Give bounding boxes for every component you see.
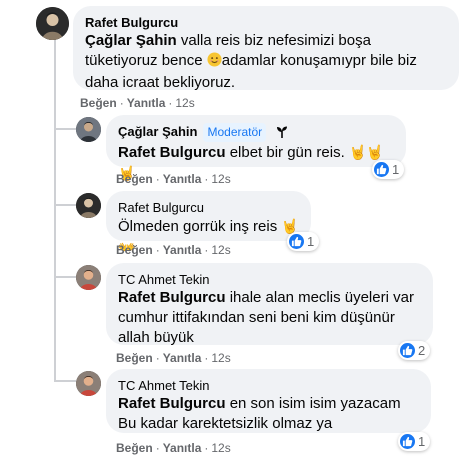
comment-time[interactable]: 12s <box>175 96 194 110</box>
reply-button[interactable]: Yanıtla <box>163 243 202 257</box>
like-reaction-icon <box>400 343 415 358</box>
reply-button[interactable]: Yanıtla <box>163 172 202 186</box>
comment-author[interactable]: TC Ahmet Tekin <box>118 271 421 288</box>
reaction-summary[interactable]: 1 <box>398 432 431 451</box>
reaction-count: 1 <box>307 234 315 249</box>
like-reaction-icon <box>289 234 304 249</box>
like-reaction-icon <box>400 434 415 449</box>
like-button[interactable]: Beğen <box>80 96 117 110</box>
like-button[interactable]: Beğen <box>116 441 153 455</box>
avatar[interactable] <box>36 7 69 40</box>
comment-bubble: Rafet Bulgurcu Ölmeden gorrük inş reis 🤘… <box>106 191 311 255</box>
comment-text: Çağlar Şahin valla reis biz nefesimizi b… <box>85 31 447 93</box>
thread-branch <box>54 128 76 130</box>
avatar[interactable] <box>76 193 101 218</box>
mention-tag[interactable]: Rafet Bulgurcu <box>118 289 226 306</box>
reply-button[interactable]: Yanıtla <box>163 351 202 365</box>
comment-text-part: elbet bir gün reis. <box>229 144 345 162</box>
avatar[interactable] <box>76 371 101 396</box>
comment-actions: Beğen · Yanıtla · 12s <box>116 243 231 257</box>
comment-text-part: Ölmeden gorrük inş reis <box>118 218 278 235</box>
reaction-summary[interactable]: 1 <box>287 232 320 251</box>
reaction-count: 1 <box>418 434 426 449</box>
like-reaction-icon <box>374 162 389 177</box>
comment-author[interactable]: TC Ahmet Tekin <box>118 377 419 394</box>
comment-actions: Beğen · Yanıtla · 12s <box>116 351 231 365</box>
comment-time[interactable]: 12s <box>211 441 230 455</box>
comment-bubble: TC Ahmet Tekin Rafet Bulgurcu en son isi… <box>106 369 431 433</box>
mention-tag[interactable]: Çağlar Şahin <box>85 32 177 49</box>
comment-actions: Beğen · Yanıtla · 12s <box>80 96 195 110</box>
comment-text: Rafet Bulgurcu en son isim isim yazacam … <box>118 394 419 434</box>
comment-time[interactable]: 12s <box>211 172 230 186</box>
thread-branch <box>54 204 76 206</box>
comment-bubble: Çağlar Şahin Moderatör Rafet Bulgurcu elb… <box>106 115 406 181</box>
reply-button[interactable]: Yanıtla <box>163 441 202 455</box>
comment-author[interactable]: Çağlar Şahin <box>118 124 197 139</box>
thread-branch <box>54 276 76 278</box>
comment-actions: Beğen · Yanıtla · 12s <box>116 172 231 186</box>
like-button[interactable]: Beğen <box>116 351 153 365</box>
avatar[interactable] <box>76 117 101 142</box>
reaction-summary[interactable]: 1 <box>372 160 405 179</box>
like-button[interactable]: Beğen <box>116 172 153 186</box>
mention-tag[interactable]: Rafet Bulgurcu <box>118 144 226 161</box>
comment-author-row: Çağlar Şahin Moderatör <box>118 123 394 143</box>
reaction-count: 2 <box>418 343 426 358</box>
avatar[interactable] <box>76 265 101 290</box>
reaction-count: 1 <box>392 162 400 177</box>
comment-author[interactable]: Rafet Bulgurcu <box>85 14 447 31</box>
mention-tag[interactable]: Rafet Bulgurcu <box>118 395 226 412</box>
thread-line <box>54 40 56 380</box>
plant-icon <box>276 125 288 142</box>
like-button[interactable]: Beğen <box>116 243 153 257</box>
reaction-summary[interactable]: 2 <box>398 341 431 360</box>
smiley-emoji-icon <box>207 52 222 73</box>
comment-author[interactable]: Rafet Bulgurcu <box>118 199 299 216</box>
comment-time[interactable]: 12s <box>211 243 230 257</box>
comment-time[interactable]: 12s <box>211 351 230 365</box>
comment-text: Rafet Bulgurcu ihale alan meclis üyeleri… <box>118 288 421 348</box>
reply-button[interactable]: Yanıtla <box>127 96 166 110</box>
comment-bubble: TC Ahmet Tekin Rafet Bulgurcu ihale alan… <box>106 263 433 348</box>
comment-actions: Beğen · Yanıtla · 12s <box>116 441 231 455</box>
moderator-badge: Moderatör <box>203 123 267 143</box>
thread-branch <box>54 380 76 382</box>
comment-bubble: Rafet Bulgurcu Çağlar Şahin valla reis b… <box>73 6 459 93</box>
